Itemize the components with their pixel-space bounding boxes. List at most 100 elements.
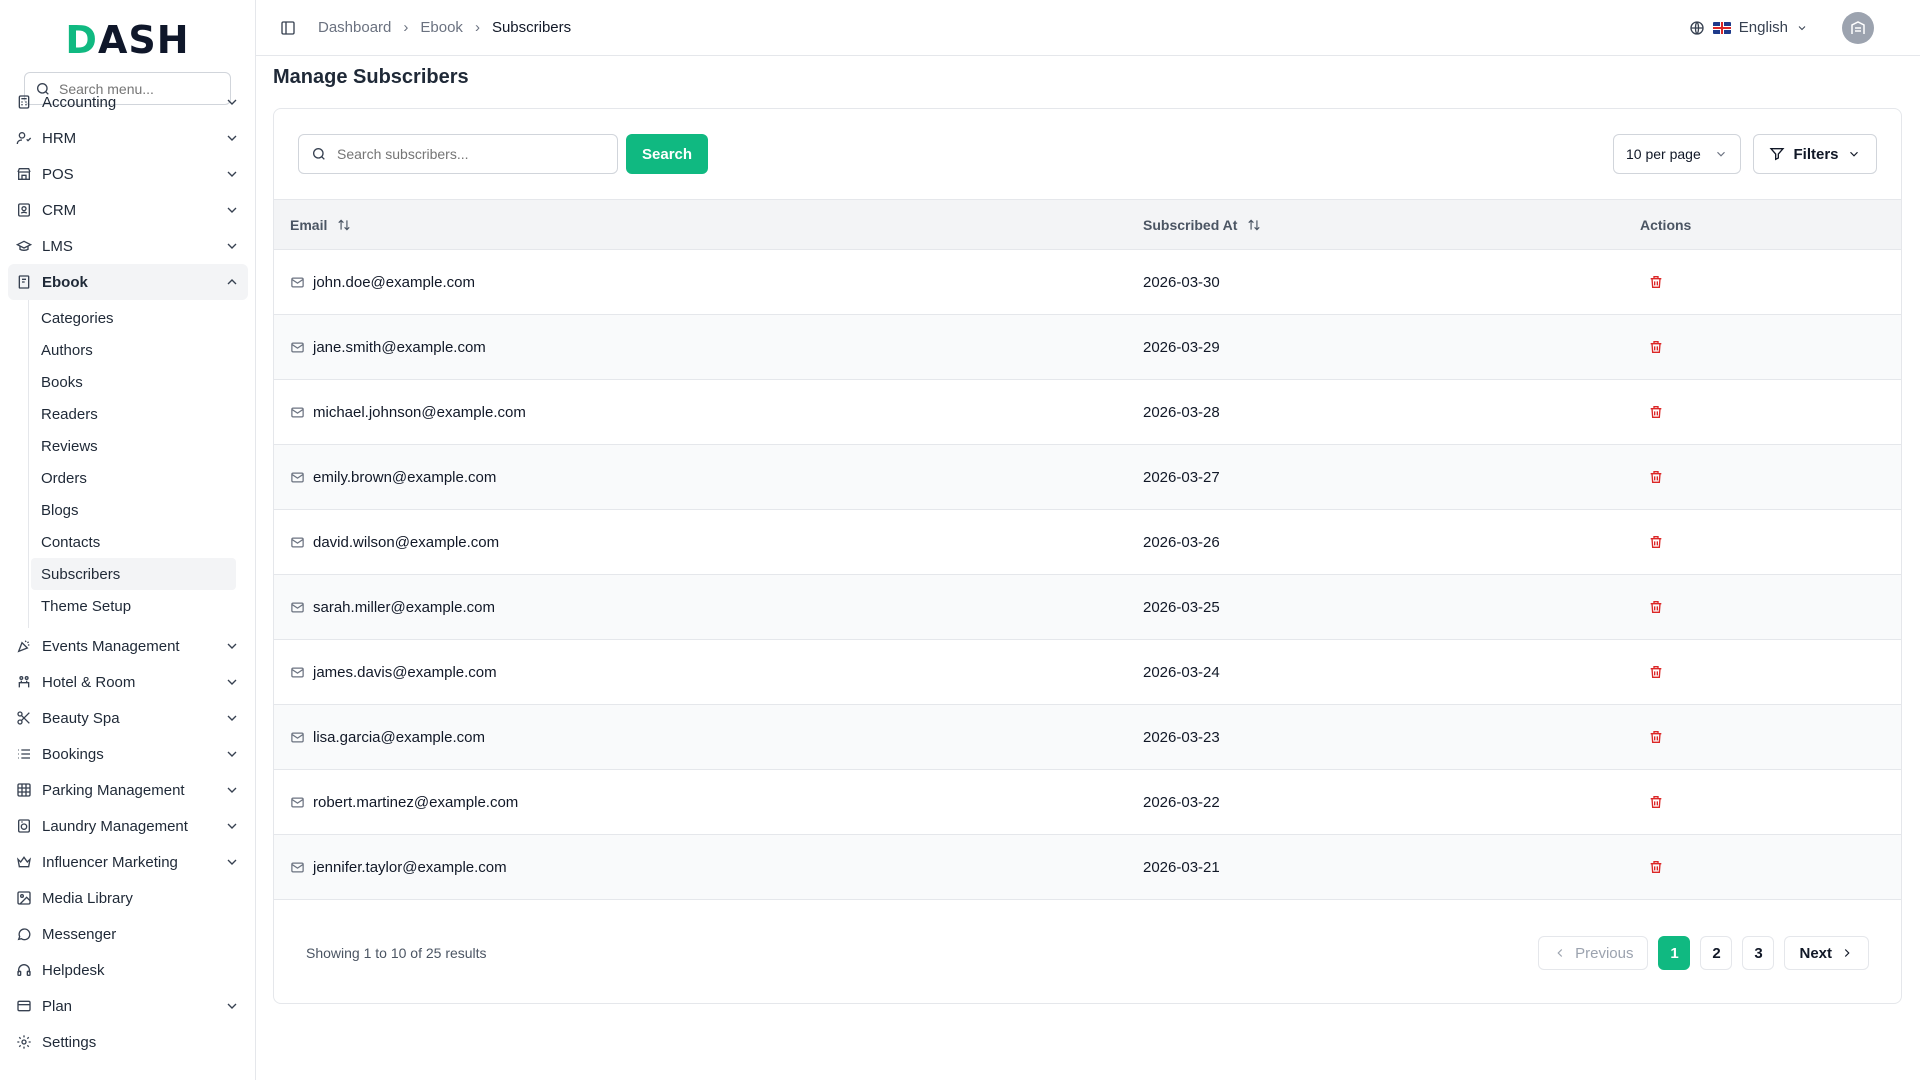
table-row: michael.johnson@example.com 2026-03-28	[274, 380, 1901, 445]
party-icon	[17, 640, 30, 653]
graduation-cap-icon	[16, 240, 32, 251]
uk-flag-icon	[1712, 21, 1731, 34]
sidebar-item-hotel-room[interactable]: Hotel & Room	[0, 664, 255, 700]
subscriber-email: john.doe@example.com	[313, 273, 475, 291]
sidebar-item-ebook[interactable]: Ebook	[8, 264, 248, 300]
chevron-right-icon: ›	[474, 19, 480, 36]
sidebar-item-hrm[interactable]: HRM	[0, 120, 255, 156]
actions-cell	[1624, 250, 1901, 315]
contact-icon	[18, 203, 30, 217]
page-button-3[interactable]: 3	[1742, 936, 1775, 970]
sidebar-toggle-button[interactable]	[276, 16, 300, 40]
actions-cell	[1624, 640, 1901, 705]
table-toolbar: Search 10 per page Filters	[274, 109, 1901, 199]
list-icon	[18, 749, 30, 759]
sidebar-item-messenger[interactable]: Messenger	[0, 916, 255, 952]
sidebar-item-label: CRM	[42, 201, 77, 219]
trash-icon[interactable]	[1648, 599, 1664, 615]
trash-icon[interactable]	[1648, 859, 1664, 875]
sidebar-item-accounting[interactable]: Accounting	[0, 84, 255, 120]
sidebar-subitem-books[interactable]: Books	[29, 366, 236, 398]
email-cell: john.doe@example.com	[274, 250, 1127, 315]
sidebar-subitem-subscribers[interactable]: Subscribers	[31, 558, 236, 590]
trash-icon[interactable]	[1648, 339, 1664, 355]
avatar[interactable]	[1842, 11, 1874, 44]
table-row: jane.smith@example.com 2026-03-29	[274, 314, 1901, 380]
page-button-1[interactable]: 1	[1658, 936, 1691, 970]
logo[interactable]: DASH	[0, 0, 255, 80]
chevron-down-icon	[227, 135, 237, 141]
results-summary: Showing 1 to 10 of 25 results	[306, 945, 487, 961]
column-subscribed-at[interactable]: Subscribed At	[1127, 200, 1624, 250]
chevron-up-icon	[227, 279, 237, 285]
sidebar-item-media-library[interactable]: Media Library	[0, 880, 255, 916]
per-page-select[interactable]: 10 per page	[1613, 134, 1741, 174]
column-label: Subscribed At	[1143, 216, 1238, 233]
credit-card-icon	[17, 1000, 31, 1012]
breadcrumb: Dashboard › Ebook › Subscribers	[318, 19, 1689, 36]
sidebar-item-label: Plan	[42, 997, 73, 1015]
next-button[interactable]: Next	[1784, 936, 1869, 970]
breadcrumb-dashboard[interactable]: Dashboard	[318, 19, 391, 36]
sidebar-subitem-orders[interactable]: Orders	[29, 462, 236, 494]
subscriber-email: michael.johnson@example.com	[313, 403, 526, 421]
sidebar-item-helpdesk[interactable]: Helpdesk	[0, 952, 255, 988]
previous-button[interactable]: Previous	[1538, 936, 1649, 970]
per-page-value: 10 per page	[1626, 146, 1701, 162]
sidebar-item-label: HRM	[42, 129, 77, 147]
menu-list: Accounting HRM POS CRM LMS Ebook Categor…	[0, 94, 255, 1060]
language-selector[interactable]: English	[1689, 19, 1808, 36]
sidebar-item-plan[interactable]: Plan	[0, 988, 255, 1024]
sidebar-subitem-contacts[interactable]: Contacts	[29, 526, 236, 558]
sort-icon[interactable]	[337, 218, 351, 232]
ebook-submenu: Categories Authors Books Readers Reviews…	[28, 300, 255, 628]
search-input[interactable]	[337, 146, 597, 162]
sidebar-item-influencer-marketing[interactable]: Influencer Marketing	[0, 844, 255, 880]
sidebar-item-laundry-management[interactable]: Laundry Management	[0, 808, 255, 844]
sidebar-item-parking-management[interactable]: Parking Management	[0, 772, 255, 808]
trash-icon[interactable]	[1648, 794, 1664, 810]
sidebar-item-settings[interactable]: Settings	[0, 1024, 255, 1060]
column-email[interactable]: Email	[274, 200, 1127, 250]
sidebar-item-label: Media Library	[42, 889, 133, 907]
image-icon	[17, 891, 31, 905]
sort-icon[interactable]	[1247, 218, 1261, 232]
breadcrumb-ebook[interactable]: Ebook	[420, 19, 463, 36]
sidebar-subitem-categories[interactable]: Categories	[29, 302, 236, 334]
trash-icon[interactable]	[1648, 469, 1664, 485]
trash-icon[interactable]	[1648, 404, 1664, 420]
sidebar-item-label: Parking Management	[42, 781, 185, 799]
page-button-2[interactable]: 2	[1700, 936, 1733, 970]
previous-label: Previous	[1575, 944, 1634, 962]
sidebar-subitem-blogs[interactable]: Blogs	[29, 494, 236, 526]
sidebar-subitem-theme-setup[interactable]: Theme Setup	[29, 590, 236, 622]
trash-icon[interactable]	[1648, 274, 1664, 290]
trash-icon[interactable]	[1648, 534, 1664, 550]
sidebar-subitem-readers[interactable]: Readers	[29, 398, 236, 430]
trash-icon[interactable]	[1648, 729, 1664, 745]
sidebar-subitem-authors[interactable]: Authors	[29, 334, 236, 366]
sidebar-item-label: Bookings	[42, 745, 104, 763]
sidebar-item-beauty-spa[interactable]: Beauty Spa	[0, 700, 255, 736]
search-button[interactable]: Search	[626, 134, 709, 174]
sidebar-item-bookings[interactable]: Bookings	[0, 736, 255, 772]
sidebar-subitem-reviews[interactable]: Reviews	[29, 430, 236, 462]
chevron-down-icon	[1717, 151, 1725, 157]
mail-icon	[291, 602, 304, 612]
language-label: English	[1738, 19, 1788, 36]
sidebar-item-label: Settings	[42, 1033, 97, 1051]
chevron-down-icon	[227, 787, 237, 793]
sidebar-item-events-management[interactable]: Events Management	[0, 628, 255, 664]
subscribers-table: Email Subscribed At Actions john.doe@exa…	[274, 199, 1901, 900]
sidebar-item-crm[interactable]: CRM	[0, 192, 255, 228]
chevron-down-icon	[227, 751, 237, 757]
filters-button[interactable]: Filters	[1753, 134, 1877, 174]
sidebar-item-pos[interactable]: POS	[0, 156, 255, 192]
trash-icon[interactable]	[1648, 664, 1664, 680]
subscribed-date: 2026-03-21	[1143, 858, 1220, 876]
table-row: david.wilson@example.com 2026-03-26	[274, 510, 1901, 575]
table-row: james.davis@example.com 2026-03-24	[274, 640, 1901, 705]
sidebar-item-lms[interactable]: LMS	[0, 228, 255, 264]
table-row: robert.martinez@example.com 2026-03-22	[274, 770, 1901, 835]
subscriber-search[interactable]	[298, 134, 618, 174]
